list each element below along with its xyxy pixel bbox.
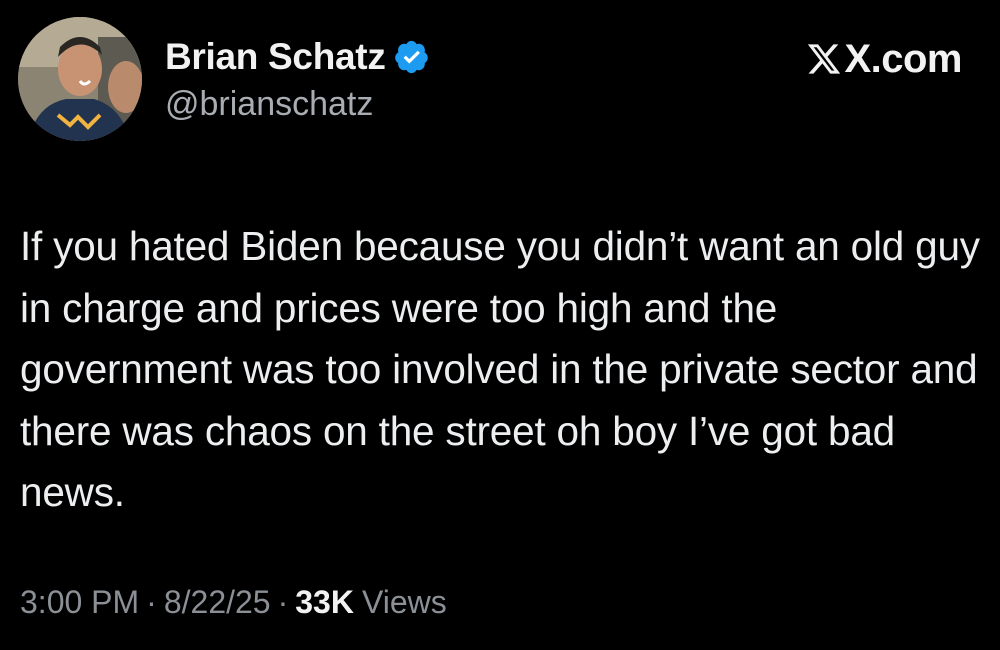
author-display-name[interactable]: Brian Schatz [165,36,386,78]
tweet-date[interactable]: 8/22/25 [164,584,271,621]
verified-badge-icon [394,39,430,75]
meta-separator: · [146,584,157,620]
author-handle[interactable]: @brianschatz [165,85,373,124]
x-logo-icon [806,41,842,77]
avatar[interactable] [18,17,142,141]
meta-separator: · [277,584,289,620]
tweet-meta: 3:00 PM · 8/22/25 · 33K Views [20,584,447,621]
tweet-text: If you hated Biden because you didn’t wa… [20,223,980,515]
views-count: 33K [295,584,354,620]
tweet-time[interactable]: 3:00 PM [20,584,139,621]
site-brand: X.com [806,36,962,82]
site-label: X.com [844,36,962,81]
avatar-photo [18,17,142,141]
tweet-card: Brian Schatz @brianschatz X.com If you h… [0,0,1000,650]
author-name-row: Brian Schatz [165,34,430,80]
views-label: Views [361,584,447,620]
